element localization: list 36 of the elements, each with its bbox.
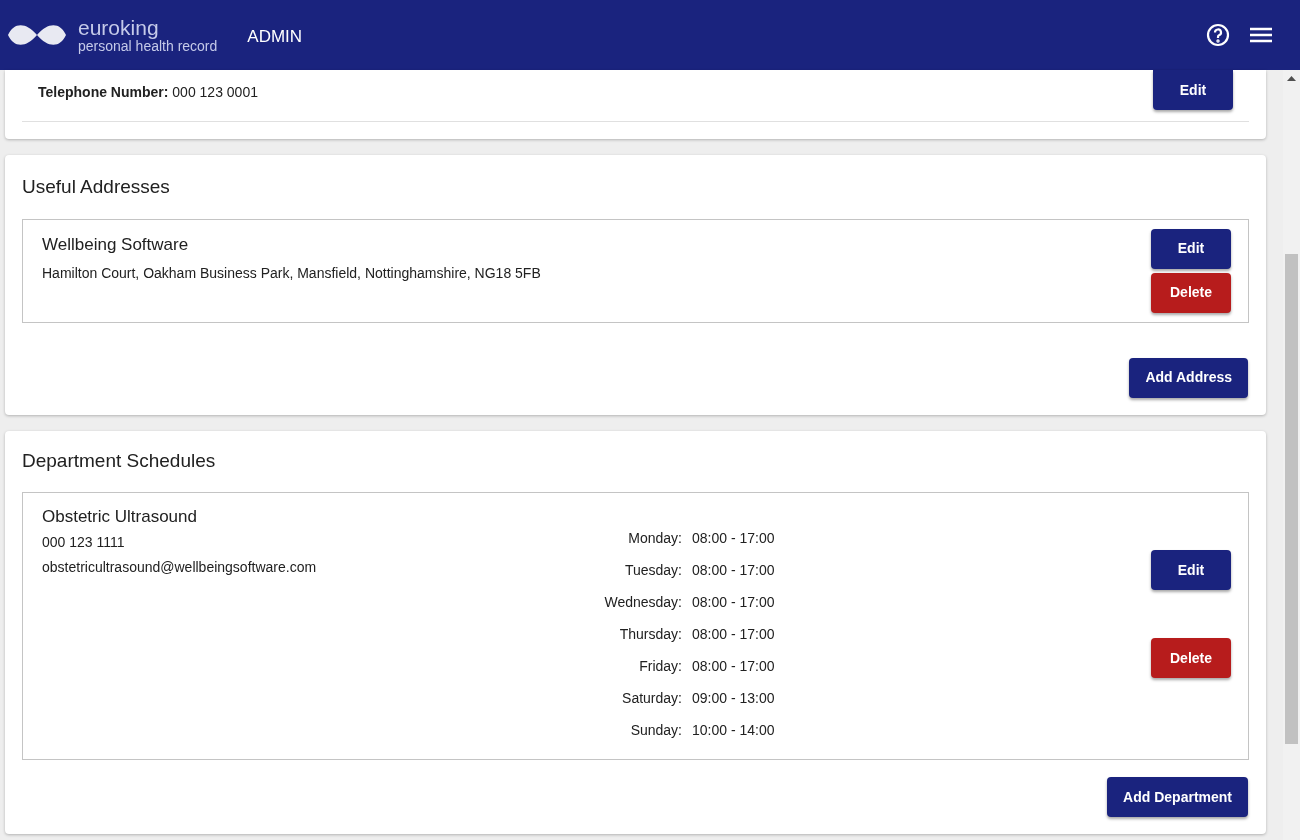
help-icon[interactable] — [1206, 23, 1230, 47]
opening-hours: 08:00 - 17:00 — [692, 593, 775, 612]
day-label: Saturday: — [621, 689, 682, 708]
opening-hours: 08:00 - 17:00 — [692, 529, 775, 548]
section-title: ADMIN — [247, 26, 303, 49]
department-email: obstetricultrasound@wellbeingsoftware.com — [42, 557, 318, 577]
opening-hours: 08:00 - 17:00 — [692, 657, 775, 676]
add-button[interactable]: Add Address — [1129, 357, 1248, 398]
scrollbar-thumb[interactable] — [1285, 254, 1298, 744]
department-name: Obstetric Ultrasound — [42, 506, 198, 528]
day-label: Friday: — [638, 657, 682, 676]
opening-hours: 08:00 - 17:00 — [692, 625, 775, 644]
brand-tagline: personal health record — [78, 39, 218, 53]
section-heading: Useful Addresses — [22, 175, 171, 199]
edit-button[interactable]: Edit — [1151, 550, 1231, 590]
day-label: Thursday: — [618, 625, 682, 644]
address-text: Hamilton Court, Oakham Business Park, Mansfield, Nottinghamshire, NG18 5FB — [42, 264, 541, 283]
department-phone: 000 123 1111 — [42, 532, 126, 552]
day-label: Sunday: — [629, 721, 682, 740]
day-label: Tuesday: — [623, 561, 682, 580]
day-label: Wednesday: — [603, 593, 682, 612]
delete-button[interactable]: Delete — [1151, 272, 1231, 313]
telephone-label: Telephone Number: — [38, 84, 169, 100]
opening-hours: 09:00 - 13:00 — [692, 689, 775, 708]
edit-button[interactable]: Edit — [1151, 228, 1231, 269]
menu-icon[interactable] — [1250, 26, 1272, 44]
opening-hours: 08:00 - 17:00 — [692, 561, 775, 580]
add-button[interactable]: Add Department — [1107, 777, 1248, 817]
opening-hours: 10:00 - 14:00 — [692, 721, 775, 740]
scroll-up-icon[interactable] — [1287, 76, 1296, 81]
section-heading: Department Schedules — [22, 448, 217, 473]
telephone-value: 000 123 0001 — [172, 84, 258, 100]
delete-button[interactable]: Delete — [1151, 638, 1231, 678]
edit-button[interactable]: Edit — [1153, 70, 1233, 110]
address-name: Wellbeing Software — [42, 233, 190, 256]
day-label: Monday: — [627, 529, 682, 548]
